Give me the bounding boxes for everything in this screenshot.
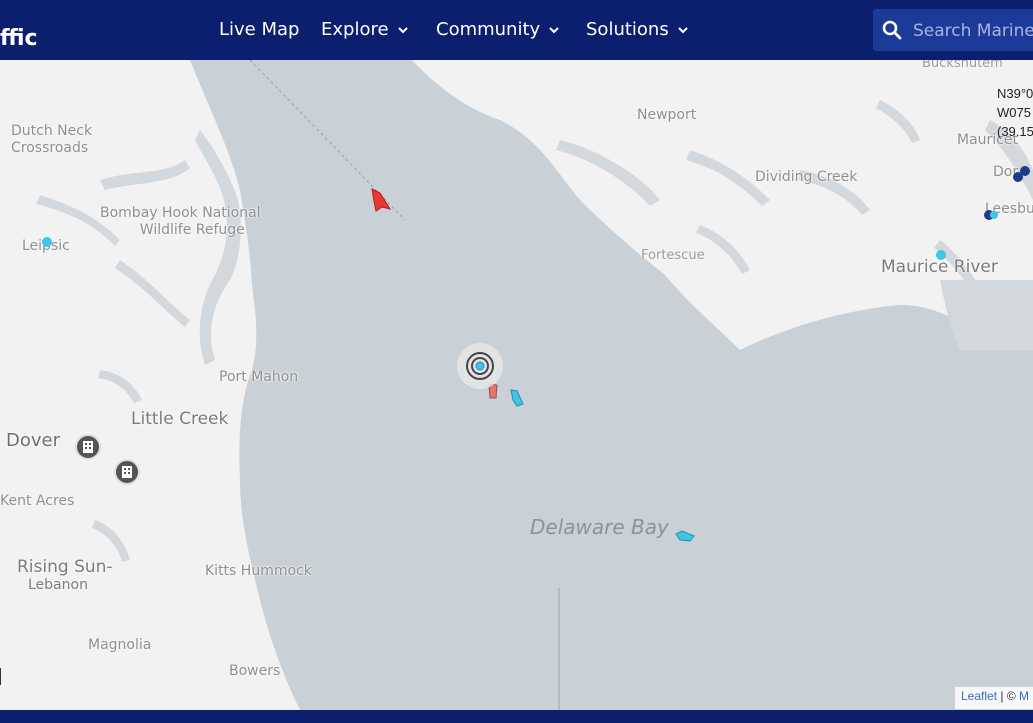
vessel-cluster-icon[interactable] — [1011, 164, 1033, 184]
chevron-down-icon — [549, 26, 559, 33]
building-icon — [122, 466, 132, 478]
vessel-red-icon[interactable] — [368, 187, 392, 213]
place-rising-sun-line1: Rising Sun- — [17, 557, 113, 577]
place-magnolia: Magnolia — [88, 637, 152, 653]
place-delaware-bay: Delaware Bay — [530, 515, 669, 539]
place-buckshutem: Buckshutem — [922, 60, 1003, 71]
live-map[interactable]: Dutch Neck Crossroads Bombay Hook Nationa… — [0, 60, 1033, 710]
place-bombay-hook-line2: Wildlife Refuge — [139, 222, 245, 238]
port-building-icon[interactable] — [75, 434, 101, 460]
place-rising-sun: Rising Sun- Lebanon — [17, 559, 113, 594]
latitude-readout: N39°0 — [997, 86, 1033, 101]
nav-community-label: Community — [436, 19, 541, 40]
search-icon — [882, 20, 902, 40]
place-dutch-neck-line2: Crossroads — [11, 140, 89, 156]
map-attribution: Leaflet | © M — [955, 687, 1033, 709]
place-port-mahon: Port Mahon — [219, 369, 299, 385]
nav-live-map-label: Live Map — [219, 19, 300, 40]
search-input[interactable] — [911, 19, 1033, 43]
place-bombay-hook: Bombay Hook National Wildlife Refuge — [100, 205, 261, 239]
attribution-separator: | © — [997, 689, 1019, 703]
nav-explore-label: Explore — [321, 19, 389, 40]
building-icon — [83, 441, 93, 453]
attribution-link[interactable]: M — [1019, 689, 1029, 703]
map-base-layer — [0, 60, 1033, 710]
site-logo[interactable]: ffic — [0, 26, 38, 51]
chevron-down-icon — [678, 26, 688, 33]
leaflet-link[interactable]: Leaflet — [961, 689, 997, 703]
bottom-bar — [0, 710, 1033, 723]
nav-community[interactable]: Community — [436, 19, 560, 40]
selected-vessel-target-icon[interactable] — [456, 342, 504, 390]
vessel-moored-icon[interactable] — [41, 236, 53, 248]
place-maurice-river: Maurice River — [881, 257, 998, 277]
nav-solutions[interactable]: Solutions — [586, 19, 689, 40]
place-little-creek: Little Creek — [131, 409, 229, 429]
decimal-readout: (39.15 — [997, 124, 1033, 139]
longitude-readout: W075 — [997, 105, 1031, 120]
port-building-icon[interactable] — [114, 459, 140, 485]
vessel-moored-icon[interactable] — [935, 249, 947, 261]
place-dutch-neck-line1: Dutch Neck — [11, 123, 93, 139]
search-box[interactable] — [873, 9, 1033, 51]
place-kitts-hummock: Kitts Hummock — [205, 563, 312, 579]
place-dover: Dover — [6, 430, 60, 451]
vessel-cluster-icon[interactable] — [983, 208, 1001, 222]
nav-explore[interactable]: Explore — [321, 19, 409, 40]
place-kent-acres: Kent Acres — [0, 493, 75, 509]
nav-live-map[interactable]: Live Map — [219, 19, 299, 40]
chevron-down-icon — [397, 26, 408, 33]
place-newport: Newport — [637, 107, 697, 123]
place-bowers: Bowers — [229, 663, 281, 679]
coordinate-readout: N39°0 W075 (39.15 — [997, 84, 1033, 141]
place-rising-sun-line2: Lebanon — [28, 577, 88, 593]
place-fortescue: Fortescue — [641, 248, 705, 263]
vessel-cyan-icon[interactable] — [674, 528, 696, 544]
place-bombay-hook-line1: Bombay Hook National — [100, 205, 261, 221]
top-navigation-bar: ffic Live Map Explore Community Solution… — [0, 0, 1033, 60]
vessel-cyan-icon[interactable] — [507, 388, 525, 408]
nav-solutions-label: Solutions — [586, 19, 669, 40]
place-dutch-neck: Dutch Neck Crossroads — [11, 123, 92, 157]
place-dividing-creek: Dividing Creek — [755, 169, 858, 185]
